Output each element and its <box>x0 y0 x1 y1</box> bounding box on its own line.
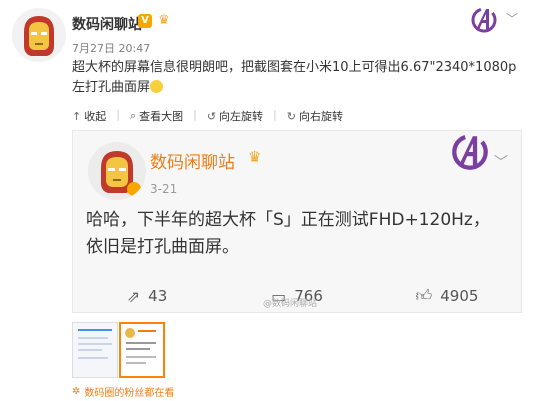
card-avatar <box>88 142 146 200</box>
crown-icon: ♛ <box>248 148 262 166</box>
fans-icon: ✲ <box>72 386 81 397</box>
like-stat: 👍︎ 4905 <box>372 284 522 308</box>
iron-man-avatar-icon <box>12 8 66 62</box>
chevron-down-icon: ﹀ <box>494 155 508 171</box>
divider: | <box>193 108 197 121</box>
post-body-text: 超大杯的屏幕信息很明朗吧，把截图套在小米10上可得出6.67"2340*1080… <box>72 60 517 95</box>
magnifier-icon: ⌕ <box>129 109 137 122</box>
like-count: 4905 <box>440 287 479 305</box>
image-thumbnail[interactable] <box>72 322 118 378</box>
avengers-logo-icon <box>450 132 490 172</box>
collapse-label: 收起 <box>84 110 107 123</box>
card-username: 数码闲聊站 <box>150 153 235 173</box>
view-large-label: 查看大图 <box>139 110 184 123</box>
post-timestamp[interactable]: 7月27日 20:47 <box>72 40 150 56</box>
watermark: @数码闲聊站 <box>263 299 318 309</box>
post-username[interactable]: 数码闲聊站 <box>72 14 142 34</box>
image-thumbnail-selected[interactable] <box>119 322 165 378</box>
rotate-right-label: 向右旋转 <box>298 110 343 123</box>
fans-text: 数码圈的粉丝都在看 <box>84 388 175 399</box>
thumbs-up-icon: 👍︎ <box>415 286 433 305</box>
avatar[interactable] <box>12 8 66 62</box>
avengers-logo-icon <box>470 6 498 34</box>
crown-icon: ♛ <box>158 13 170 28</box>
repost-count: 43 <box>148 287 168 305</box>
rotate-right-icon: ↻ <box>286 109 296 123</box>
verified-badge: V <box>138 14 152 28</box>
rotate-left-icon: ↺ <box>206 109 217 123</box>
image-actions: ↑ 收起 | ⌕ 查看大图 | ↺ 向左旋转 | ↻ 向右旋转 <box>72 108 343 124</box>
repost-stat: ⇗ 43 <box>72 284 222 308</box>
chevron-down-icon[interactable]: ﹀ <box>506 10 518 27</box>
card-text: 哈哈，下半年的超大杯「S」正在测试FHD+120Hz，依旧是打孔曲面屏。 <box>86 210 490 257</box>
rotate-left-label: 向左旋转 <box>219 110 264 123</box>
rotate-right-button[interactable]: ↻ 向右旋转 <box>287 108 343 124</box>
rotate-left-button[interactable]: ↺ 向左旋转 <box>207 108 263 124</box>
repost-icon: ⇗ <box>126 286 141 306</box>
view-large-button[interactable]: ⌕ 查看大图 <box>130 108 183 124</box>
card-time: 3-21 <box>150 182 178 196</box>
iron-man-avatar-icon <box>88 142 146 200</box>
divider: | <box>273 108 277 121</box>
collapse-icon: ↑ <box>72 109 82 123</box>
fans-hint[interactable]: ✲ 数码圈的粉丝都在看 <box>72 384 174 399</box>
collapse-button[interactable]: ↑ 收起 <box>72 108 106 124</box>
post-body: 超大杯的屏幕信息很明朗吧，把截图套在小米10上可得出6.67"2340*1080… <box>72 58 518 98</box>
divider: | <box>116 108 120 121</box>
smile-emoji-icon <box>150 80 164 93</box>
